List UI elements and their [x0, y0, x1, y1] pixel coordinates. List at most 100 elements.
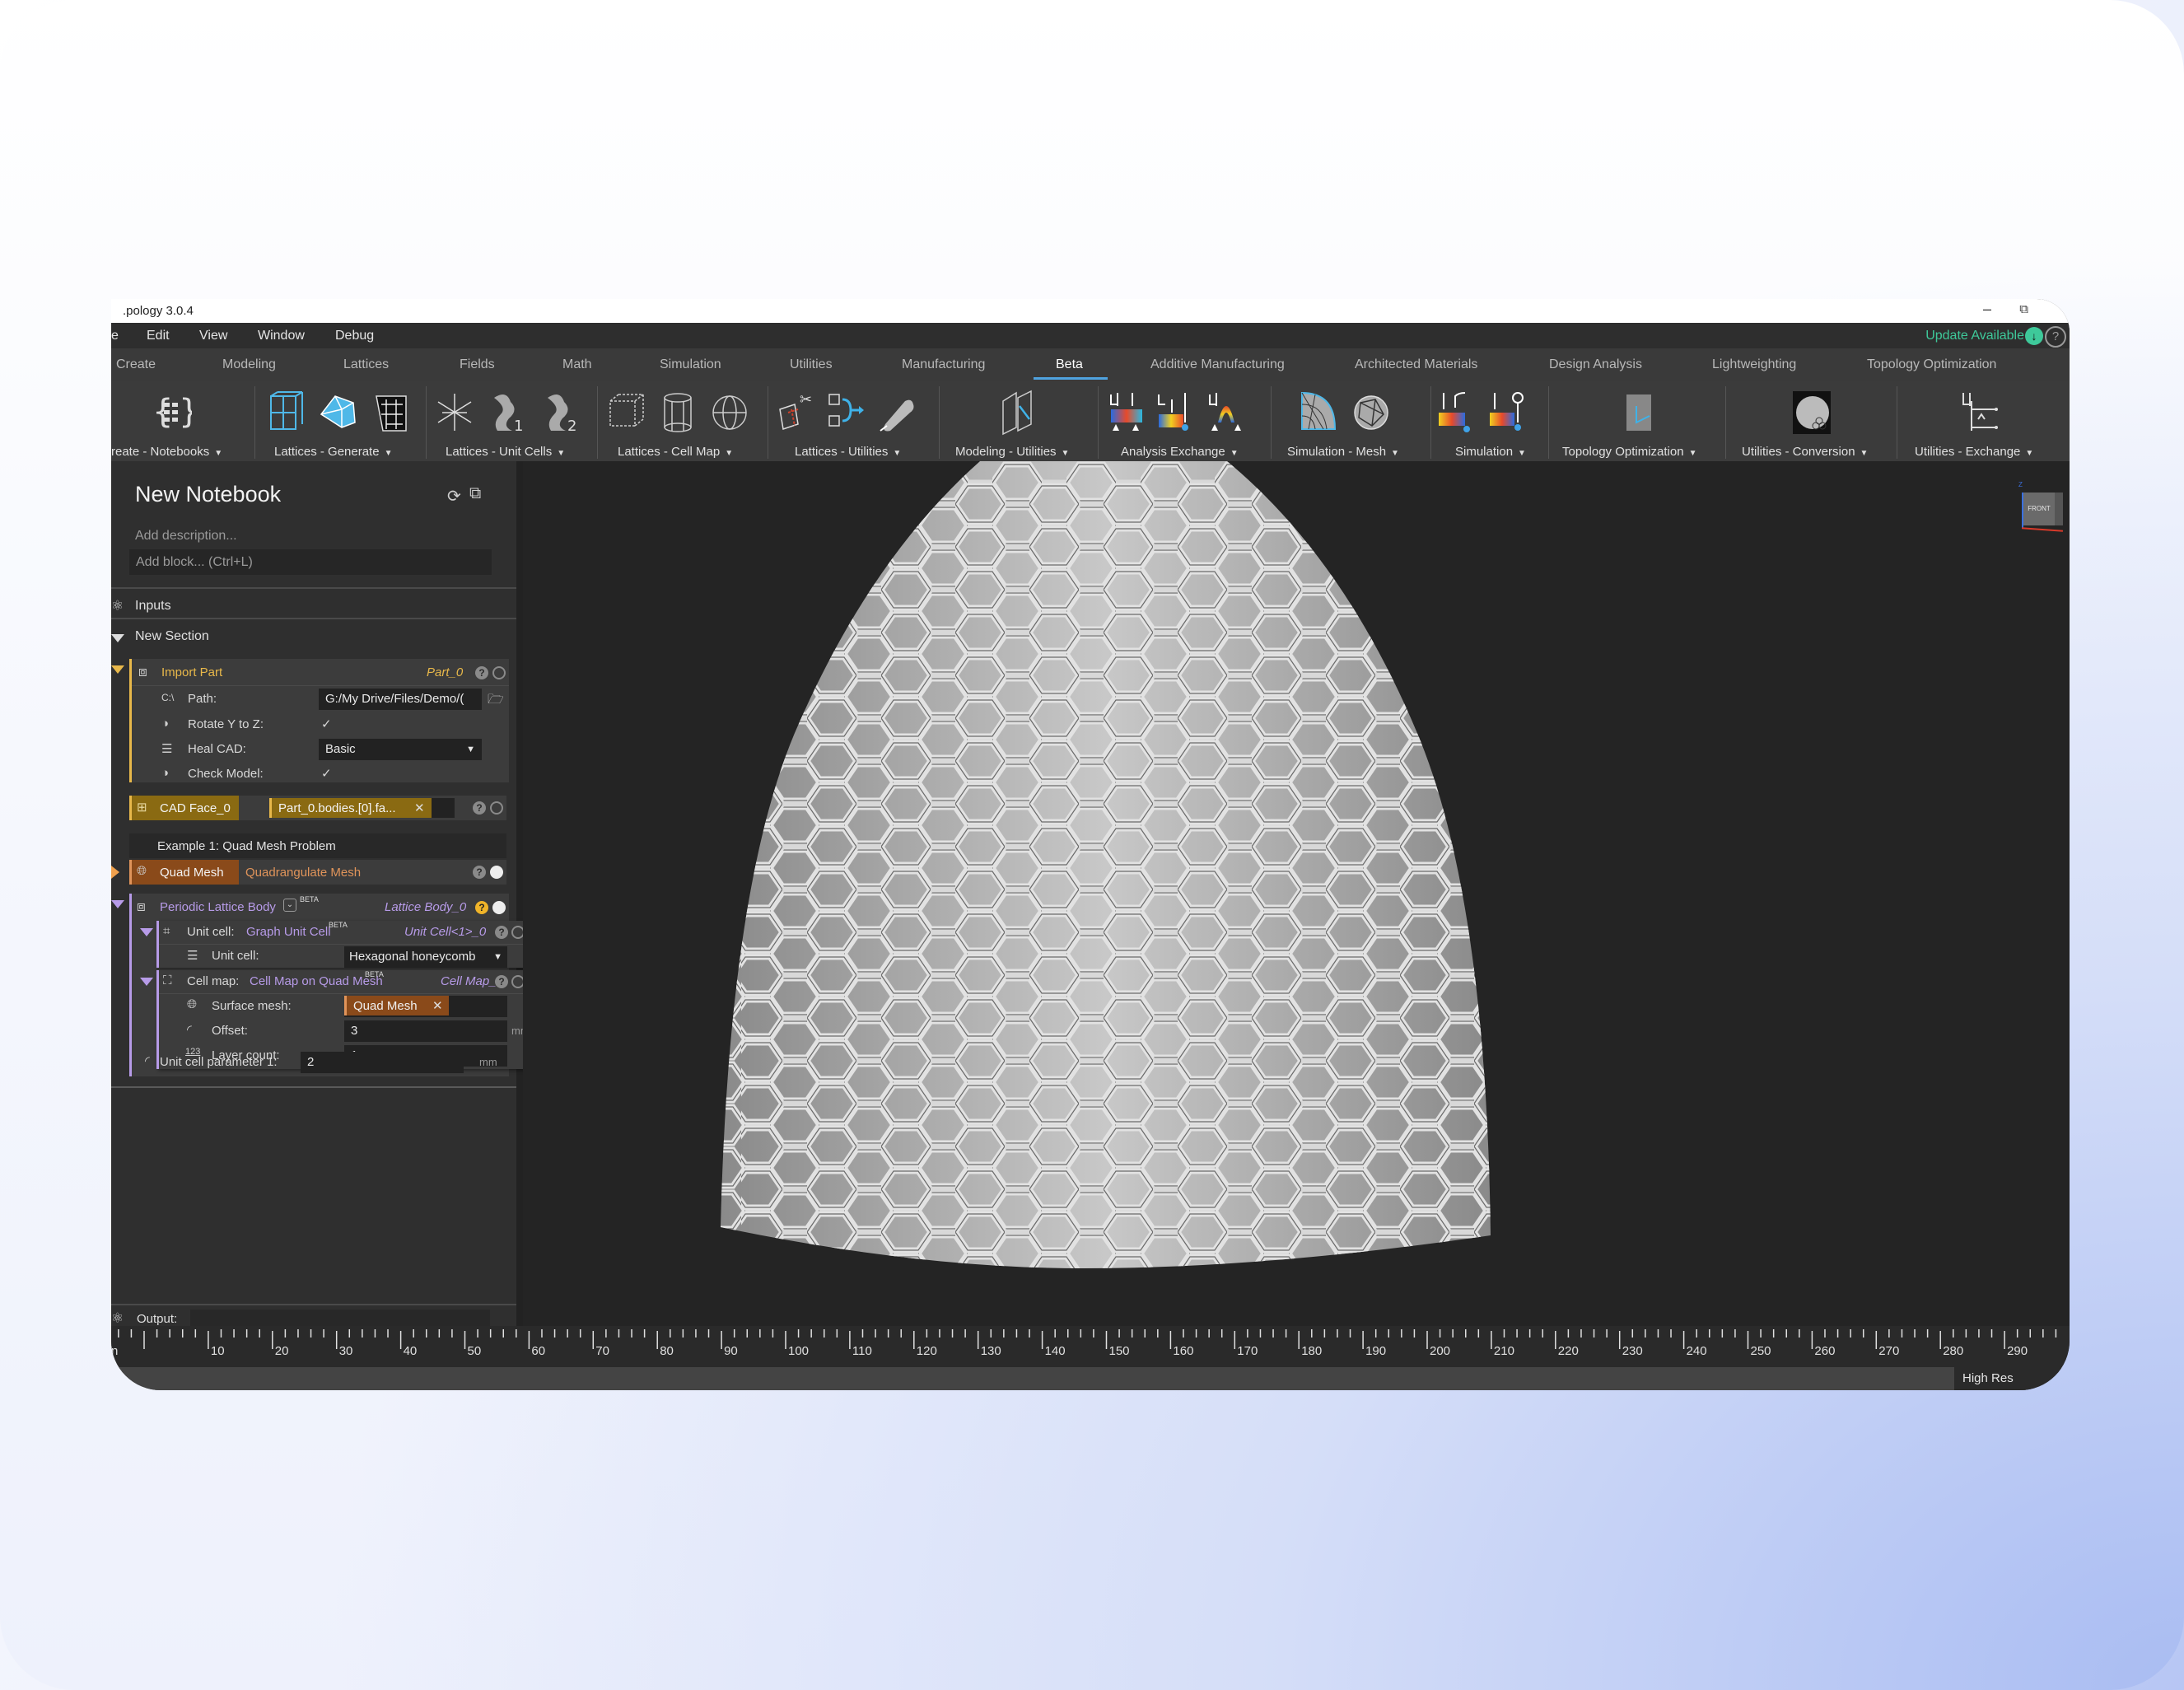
menu-window[interactable]: Window: [258, 329, 305, 343]
tab-simulation[interactable]: Simulation: [660, 357, 721, 372]
update-available-link[interactable]: Update Available: [1925, 329, 2024, 343]
tab-modeling[interactable]: Modeling: [222, 357, 276, 372]
cell-map-sphere-icon[interactable]: [709, 390, 750, 436]
tab-additive-manufacturing[interactable]: Additive Manufacturing: [1150, 357, 1285, 372]
import-part-collapse-icon[interactable]: [111, 665, 124, 674]
group-analysis-exchange[interactable]: Analysis Exchange ▼: [1121, 445, 1239, 459]
cell-map-box-icon[interactable]: [605, 390, 646, 436]
cad-face-chip[interactable]: Part_0.bodies.[0].fa... ✕: [269, 798, 432, 818]
add-block-input[interactable]: Add block... (Ctrl+L): [129, 549, 492, 575]
group-lattices-utilities[interactable]: Lattices - Utilities ▼: [795, 445, 901, 459]
view-cube[interactable]: FRONT Z: [2014, 481, 2064, 535]
tpms-unit-cell-2-icon[interactable]: 2: [539, 390, 581, 436]
menu-view[interactable]: View: [199, 329, 227, 343]
mesh-sphere-icon[interactable]: [1351, 390, 1392, 436]
notebook-braces-icon[interactable]: { }: [151, 390, 192, 436]
view-cube-front[interactable]: FRONT: [2023, 493, 2055, 525]
quad-mesh-expand-icon[interactable]: [111, 866, 119, 879]
tab-fields[interactable]: Fields: [460, 357, 495, 372]
add-section-icon[interactable]: ⧉: [469, 484, 481, 503]
lattice-body-collapse-icon[interactable]: [111, 900, 124, 908]
help-icon[interactable]: ?: [2045, 326, 2066, 348]
view-cube-right[interactable]: [2055, 493, 2063, 525]
cell-map-cylinder-icon[interactable]: [657, 390, 698, 436]
tab-architected-materials[interactable]: Architected Materials: [1355, 357, 1477, 372]
graph-unit-cell-icon[interactable]: [434, 390, 475, 436]
exchange-icon[interactable]: [1960, 390, 2001, 436]
run-status-icon[interactable]: [490, 866, 503, 879]
heal-cad-select[interactable]: Basic ▼: [319, 739, 482, 760]
modeling-plane-icon[interactable]: [996, 390, 1038, 436]
3d-viewport[interactable]: FRONT Z: [523, 461, 2070, 1326]
inputs-section-label[interactable]: Inputs: [135, 599, 171, 614]
conversion-sphere-icon[interactable]: [1791, 390, 1832, 436]
lattice-trim-icon[interactable]: ✂: [775, 390, 816, 436]
topology-optimization-icon[interactable]: [1620, 390, 1661, 436]
help-icon[interactable]: ?: [495, 975, 508, 988]
section-collapse-icon[interactable]: [111, 634, 124, 642]
path-input[interactable]: G:/My Drive/Files/Demo/(: [319, 689, 482, 710]
mesh-quarter-icon[interactable]: [1299, 390, 1340, 436]
cell-map-collapse-icon[interactable]: [140, 978, 153, 986]
unit-cell-collapse-icon[interactable]: [140, 928, 153, 936]
lattice-combine-icon[interactable]: [826, 390, 867, 436]
folder-open-icon[interactable]: 🗁: [488, 690, 504, 712]
group-lattices-generate[interactable]: Lattices - Generate ▼: [274, 445, 392, 459]
tab-lattices[interactable]: Lattices: [343, 357, 389, 372]
help-icon[interactable]: ?: [475, 666, 488, 679]
tpms-unit-cell-1-icon[interactable]: 1: [486, 390, 527, 436]
group-simulation-mesh[interactable]: Simulation - Mesh ▼: [1287, 445, 1399, 459]
run-status-icon[interactable]: [490, 801, 503, 815]
group-utilities-exchange[interactable]: Utilities - Exchange ▼: [1915, 445, 2033, 459]
analysis-modal-icon[interactable]: [1206, 390, 1248, 436]
group-modeling-utilities[interactable]: Modeling - Utilities ▼: [955, 445, 1069, 459]
menu-edit[interactable]: Edit: [147, 329, 170, 343]
cad-face-input[interactable]: Part_0.bodies.[0].fa... ✕: [269, 798, 455, 818]
tab-utilities[interactable]: Utilities: [790, 357, 833, 372]
run-status-icon[interactable]: [492, 666, 506, 679]
download-icon[interactable]: ↓: [2025, 327, 2043, 345]
help-icon[interactable]: ?: [475, 901, 488, 914]
lattice-surface-icon[interactable]: [317, 390, 358, 436]
unit-cell-parameter-input[interactable]: 2: [301, 1052, 464, 1073]
simulation-structural-icon[interactable]: [1437, 390, 1478, 436]
run-status-icon[interactable]: [492, 901, 506, 914]
lattice-beam-icon[interactable]: [877, 390, 918, 436]
lattice-conformal-icon[interactable]: [370, 390, 411, 436]
group-topology-optimization[interactable]: Topology Optimization ▼: [1562, 445, 1696, 459]
section-title[interactable]: New Section: [135, 629, 209, 644]
lattice-model[interactable]: [523, 461, 2070, 1326]
lattice-box-icon[interactable]: [264, 390, 306, 436]
minimize-button[interactable]: –: [1983, 301, 1991, 318]
quad-mesh-header[interactable]: 🌐︎ Quad Mesh: [129, 860, 239, 885]
group-utilities-conversion[interactable]: Utilities - Conversion ▼: [1742, 445, 1868, 459]
tab-create[interactable]: Create: [116, 357, 156, 372]
unit-cell-select[interactable]: Hexagonal honeycomb ▼: [344, 946, 507, 968]
notebook-title[interactable]: New Notebook: [135, 482, 281, 507]
help-icon[interactable]: ?: [495, 926, 508, 939]
menu-debug[interactable]: Debug: [335, 329, 374, 343]
offset-input[interactable]: 3: [344, 1020, 507, 1042]
chevron-down-icon[interactable]: ⌄: [283, 899, 296, 912]
analysis-thermal-icon[interactable]: [1155, 390, 1197, 436]
auto-run-icon[interactable]: ⟳: [447, 486, 461, 507]
cell-map-result-name[interactable]: Cell Map_0: [441, 974, 503, 988]
surface-mesh-chip[interactable]: Quad Mesh ✕: [344, 996, 449, 1015]
group-lattices-cell-map[interactable]: Lattices - Cell Map ▼: [618, 445, 733, 459]
timeline-ruler[interactable]: n 10 20 30 40 50 60 70 80 90 100 110 120 130 140 150 16…: [111, 1326, 2070, 1367]
tab-design-analysis[interactable]: Design Analysis: [1549, 357, 1642, 372]
render-mode-button[interactable]: High Res: [1954, 1367, 2061, 1390]
tab-beta[interactable]: Beta: [1056, 357, 1083, 372]
tab-topology-optimization[interactable]: Topology Optimization: [1867, 357, 1996, 372]
unit-cell-result-name[interactable]: Unit Cell<1>_0: [404, 925, 486, 939]
import-part-result-name[interactable]: Part_0: [427, 665, 463, 679]
help-icon[interactable]: ?: [473, 866, 486, 879]
description-input[interactable]: Add description...: [135, 529, 237, 544]
rotate-y-to-z-checkbox[interactable]: ✓: [321, 717, 332, 731]
remove-icon[interactable]: ✕: [414, 801, 425, 815]
tab-math[interactable]: Math: [562, 357, 592, 372]
check-model-checkbox[interactable]: ✓: [321, 766, 332, 781]
cad-face-header[interactable]: ⊞ CAD Face_0: [129, 796, 239, 820]
analysis-structural-icon[interactable]: [1108, 390, 1149, 436]
group-lattices-unit-cells[interactable]: Lattices - Unit Cells ▼: [446, 445, 565, 459]
